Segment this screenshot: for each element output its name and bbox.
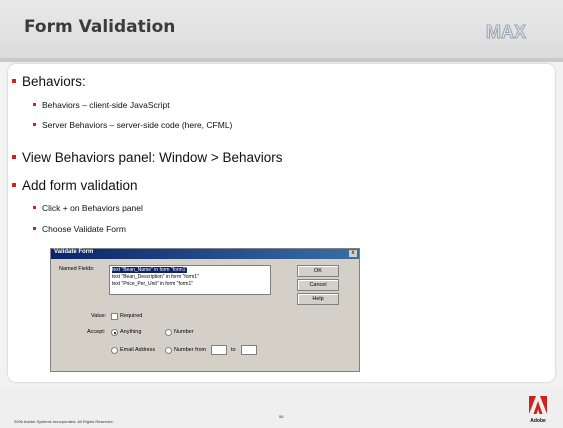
adobe-logo: Adobe — [529, 396, 547, 424]
slide: Form Validation MAX Behaviors: Behaviors… — [0, 0, 563, 428]
accept-email-radio[interactable] — [111, 347, 118, 354]
number-from-input[interactable] — [211, 345, 227, 355]
required-label: Required — [120, 313, 143, 319]
field-option[interactable]: text "Bean_Name" in form "form1" — [112, 267, 188, 273]
ok-button[interactable]: OK — [297, 265, 339, 277]
field-option[interactable]: text "Bean_Description" in form "form1" — [112, 274, 199, 280]
bullet-add-validation: Add form validation — [12, 178, 138, 193]
required-checkbox[interactable] — [111, 313, 118, 320]
accept-anything-label: Anything — [120, 329, 142, 335]
bullet-click-plus: Click + on Behaviors panel — [33, 203, 143, 213]
named-fields-label: Named Fields: — [59, 266, 95, 272]
max-logo-text: MAX — [486, 22, 526, 42]
content-panel: Behaviors: Behaviors – client-side JavaS… — [8, 64, 555, 382]
bullet-behaviors-client: Behaviors – client-side JavaScript — [33, 100, 170, 110]
accept-number-range-radio[interactable] — [165, 347, 172, 354]
field-option[interactable]: text "Price_Per_Unit" in form "form1" — [112, 281, 193, 287]
bullet-choose-validate: Choose Validate Form — [33, 224, 126, 234]
validate-form-dialog: Validate Form x Named Fields: text "Bean… — [50, 248, 360, 372]
named-fields-list[interactable]: text "Bean_Name" in form "form1" text "B… — [109, 265, 271, 295]
dialog-close-button[interactable]: x — [349, 250, 357, 257]
dialog-title: Validate Form — [54, 249, 94, 255]
adobe-wordmark: Adobe — [530, 418, 546, 424]
slide-title: Form Validation — [24, 17, 176, 37]
copyright-text: 2006 Adobe Systems Incorporated. All Rig… — [14, 419, 114, 424]
bullet-behaviors: Behaviors: — [12, 74, 86, 89]
bullet-view-panel: View Behaviors panel: Window > Behaviors — [12, 150, 283, 165]
header-divider — [0, 58, 563, 62]
accept-label: Accept: — [87, 329, 106, 335]
accept-number-range-label: Number from — [174, 347, 207, 353]
to-label: to — [231, 347, 236, 353]
accept-number-label: Number — [174, 329, 194, 335]
accept-email-label: Email Address — [120, 347, 156, 353]
accept-number-radio[interactable] — [165, 329, 172, 336]
slide-header: Form Validation MAX — [0, 0, 563, 58]
accept-anything-radio[interactable] — [111, 329, 118, 336]
number-to-input[interactable] — [241, 345, 257, 355]
bullet-behaviors-server: Server Behaviors – server-side code (her… — [32, 120, 233, 130]
max-logo: MAX — [486, 22, 527, 42]
dialog-titlebar: Validate Form x — [51, 249, 359, 259]
page-number: 55 — [279, 414, 284, 419]
help-button[interactable]: Help — [297, 293, 339, 305]
cancel-button[interactable]: Cancel — [297, 279, 339, 291]
value-label: Value: — [91, 313, 107, 319]
